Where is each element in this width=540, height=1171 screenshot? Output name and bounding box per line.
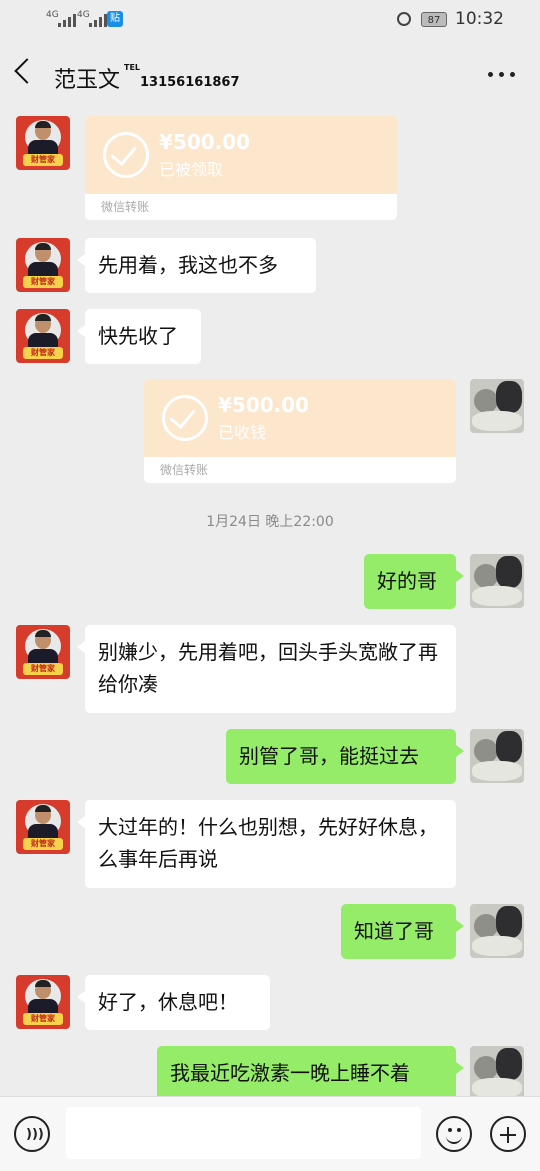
message-bubble[interactable]: 我最近吃激素一晚上睡不着 [157,1046,464,1096]
transfer-amount: ¥500.00 [218,393,310,417]
transfer-status: 已被领取 [159,160,224,179]
my-avatar[interactable] [470,379,524,433]
signal-icon [58,14,76,27]
my-avatar[interactable] [470,729,524,783]
emoji-icon[interactable] [436,1116,472,1152]
message-bubble[interactable]: 别嫌少，先用着吧，回头手头宽敞了再给你凑 [77,625,456,713]
contact-avatar[interactable]: 财管家 [16,309,70,363]
message-bubble[interactable]: 好了，休息吧！ [77,975,270,1030]
clock: 10:32 [455,9,504,29]
message-bubble[interactable]: 好的哥 [364,554,464,609]
my-avatar[interactable] [470,554,524,608]
back-icon[interactable] [14,58,40,84]
transfer-status: 已收钱 [218,423,267,442]
transfer-source: 微信转账 [160,463,209,477]
contact-phone: 13156161867 [140,75,240,90]
message-bubble[interactable]: 先用着，我这也不多 [77,238,316,293]
transfer-amount: ¥500.00 [159,130,251,154]
signal-icon [89,14,107,27]
transfer-source: 微信转账 [101,200,150,214]
contact-avatar[interactable]: 财管家 [16,975,70,1029]
message-bubble[interactable]: 大过年的！什么也别想，先好好休息，么事年后再说 [77,800,456,888]
more-icon[interactable] [488,72,515,77]
voice-icon[interactable]: ))) [14,1116,50,1152]
contact-avatar[interactable]: 财管家 [16,116,70,170]
contact-avatar[interactable]: 财管家 [16,625,70,679]
chat-header: 范玉文 TEL 13156161867 [0,42,540,108]
transfer-card[interactable]: ¥500.00 已被领取 微信转账 [85,116,397,220]
transfer-card[interactable]: ¥500.00 已收钱 微信转账 [144,379,456,483]
message-bubble[interactable]: 知道了哥 [341,904,464,959]
plus-icon[interactable] [490,1116,526,1152]
status-bar: 4G 4G 贴 87 10:32 [0,0,540,42]
my-avatar[interactable] [470,904,524,958]
app-notification-icon: 贴 [107,11,123,27]
input-bar: ))) [0,1096,540,1171]
battery-icon: 87 [421,12,447,27]
chat-area[interactable]: 财管家 ¥500.00 已被领取 微信转账 财管家 先用着，我这也不多 财管家 … [0,108,540,1096]
message-input[interactable] [66,1107,421,1159]
timestamp: 1月24日 晚上22:00 [206,514,334,530]
message-bubble[interactable]: 快先收了 [77,309,201,364]
my-avatar[interactable] [470,1046,524,1096]
contact-avatar[interactable]: 财管家 [16,238,70,292]
sim2-label: 4G [77,10,90,20]
message-bubble[interactable]: 别管了哥，能挺过去 [226,729,464,784]
contact-avatar[interactable]: 财管家 [16,800,70,854]
sim1-label: 4G [46,10,59,20]
alarm-icon [397,12,411,26]
tel-tag: TEL [124,63,141,72]
contact-name: 范玉文 [54,68,121,93]
